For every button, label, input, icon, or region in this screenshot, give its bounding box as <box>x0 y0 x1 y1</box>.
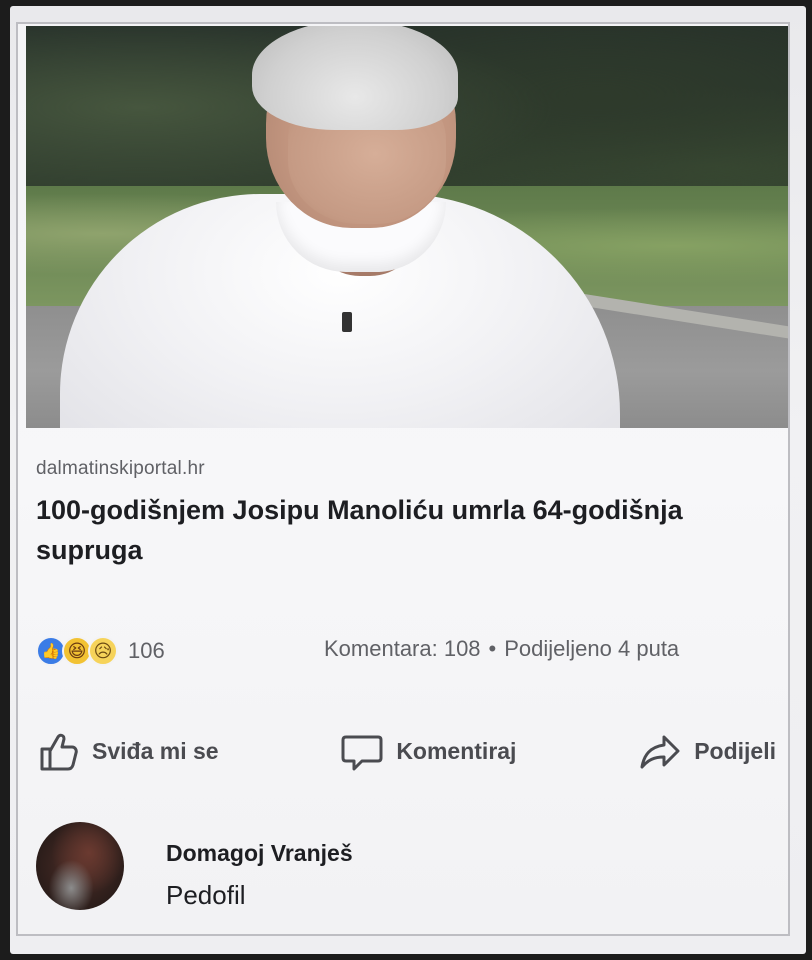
comment-text: Pedofil <box>166 880 246 910</box>
comment-author[interactable]: Domagoj Vranješ <box>166 840 353 867</box>
comment-count[interactable]: Komentara: 108 <box>324 636 481 662</box>
share-button-label: Podijeli <box>694 737 776 764</box>
reactions-summary[interactable]: 👍 😆 😥 106 <box>36 634 165 668</box>
post-headline[interactable]: 100-godišnjem Josipu Manoliću umrla 64-g… <box>36 490 756 570</box>
post-image[interactable] <box>26 26 788 428</box>
action-bar: Sviđa mi se Komentiraj Podijeli <box>36 726 776 776</box>
like-button-label: Sviđa mi se <box>92 737 219 764</box>
link-domain[interactable]: dalmatinskiportal.hr <box>36 458 205 480</box>
thumbs-up-icon <box>40 733 78 771</box>
like-button[interactable]: Sviđa mi se <box>36 729 219 773</box>
photo-hair <box>252 26 458 130</box>
post-stats: Komentara: 108 • Podijeljeno 4 puta <box>324 636 679 662</box>
share-arrow-icon <box>640 735 680 769</box>
avatar[interactable] <box>36 822 124 910</box>
share-button[interactable]: Podijeli <box>638 729 776 773</box>
comment-item: Domagoj Vranješ Pedofil <box>36 822 776 918</box>
stats-separator: • <box>488 636 497 661</box>
comment-icon <box>341 735 383 771</box>
sad-icon: 😥 <box>88 636 118 666</box>
reaction-count: 106 <box>128 638 165 663</box>
comment-button[interactable]: Komentiraj <box>340 729 516 773</box>
share-count[interactable]: Podijeljeno 4 puta <box>504 636 679 662</box>
photo-microphone <box>342 312 352 332</box>
comment-button-label: Komentiraj <box>396 737 517 764</box>
